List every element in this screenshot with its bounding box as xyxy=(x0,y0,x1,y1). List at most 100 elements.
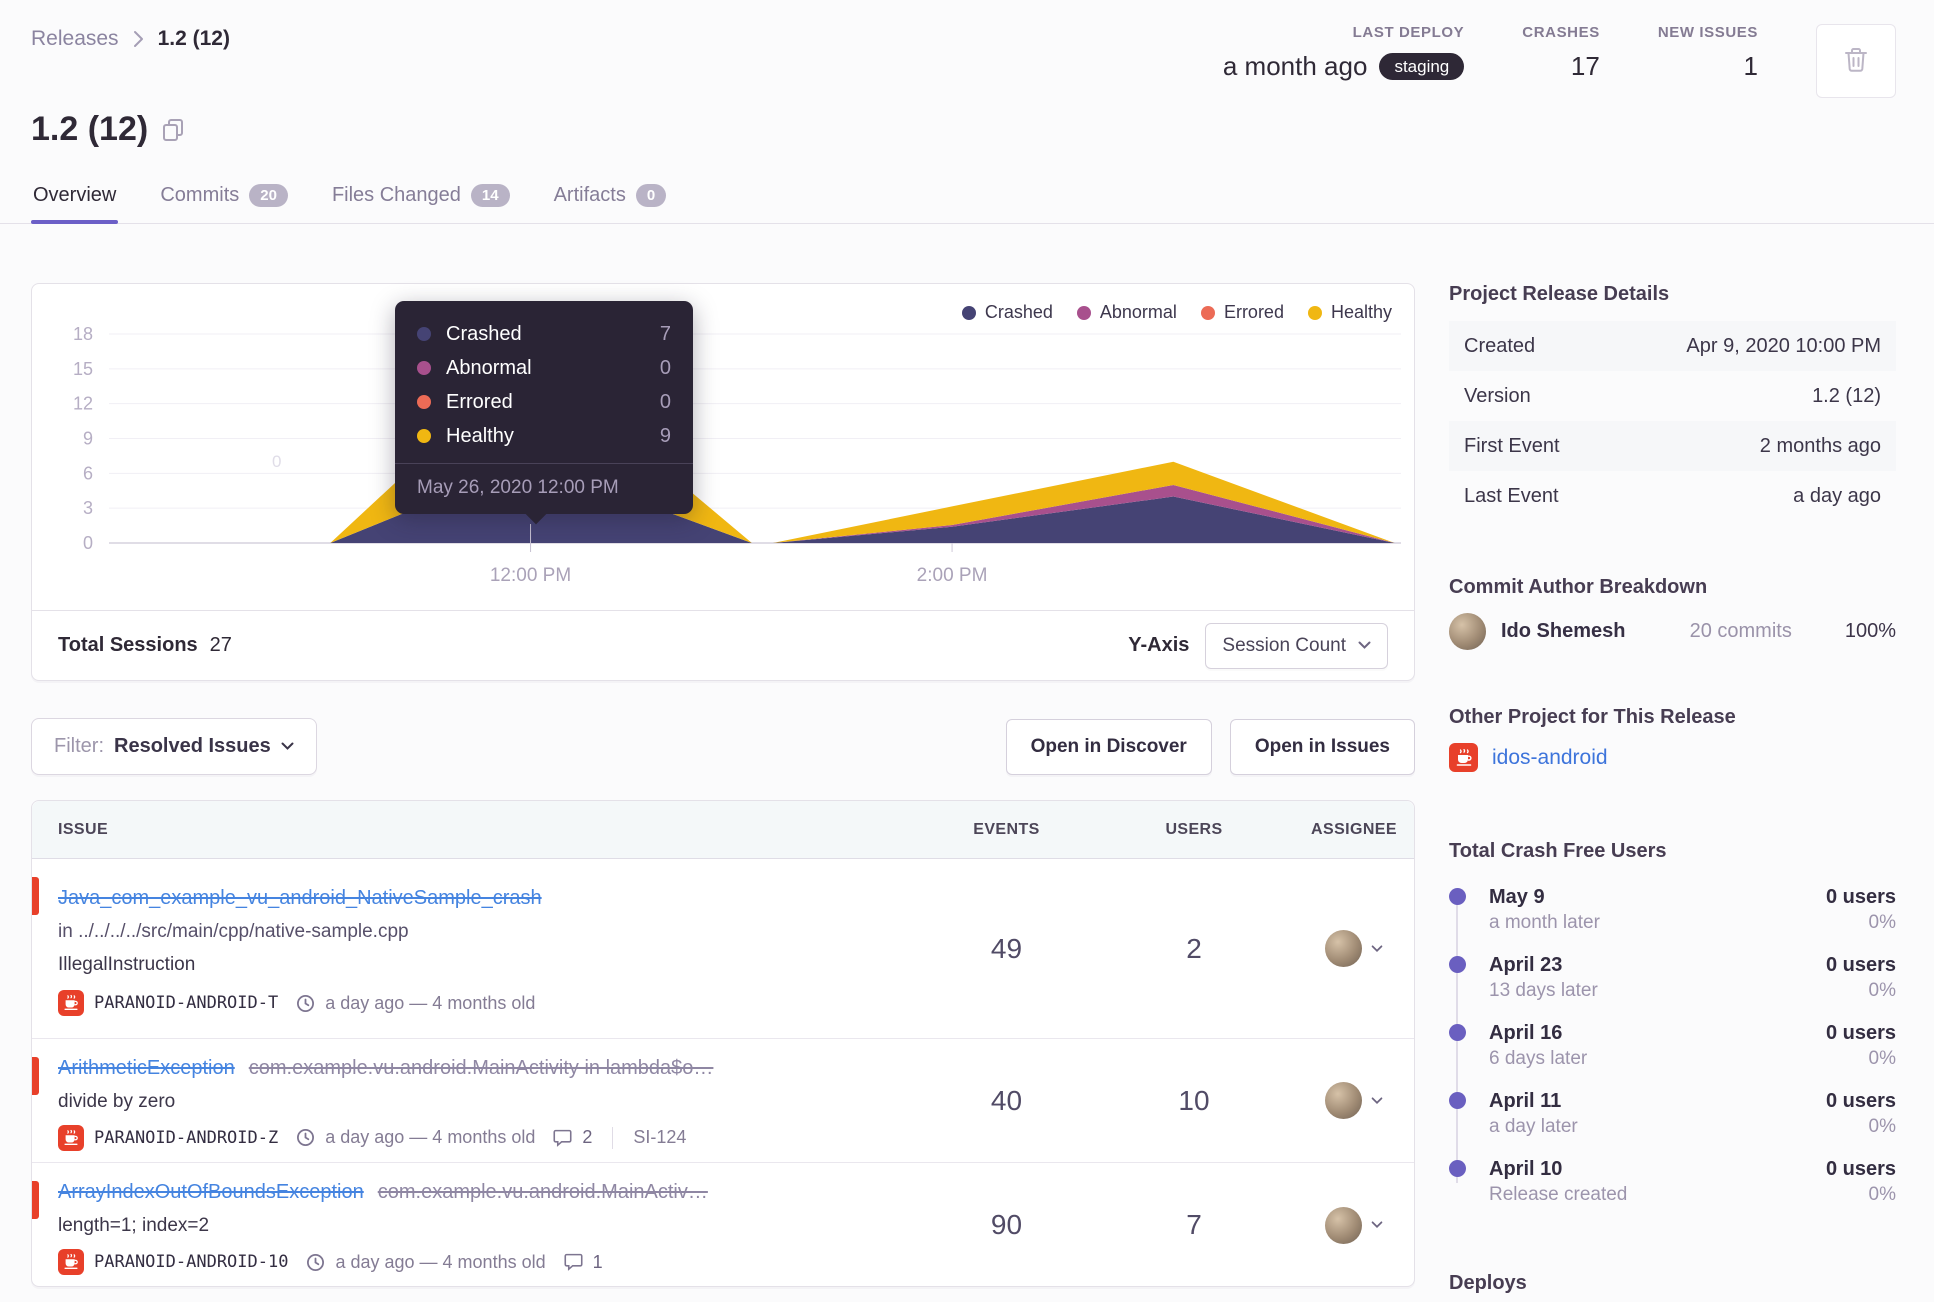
y-axis-select[interactable]: Session Count xyxy=(1205,622,1388,669)
project-slug[interactable]: PARANOID-ANDROID-Z xyxy=(94,1128,278,1148)
svg-text:9: 9 xyxy=(83,429,93,449)
stat-new-issues: NEW ISSUES 1 xyxy=(1658,24,1758,82)
timeline-dot xyxy=(1449,1160,1466,1177)
issue-row: ArrayIndexOutOfBoundsException com.exampl… xyxy=(32,1163,1414,1286)
issue-row: Java_com_example_vu_android_NativeSample… xyxy=(32,859,1414,1039)
issue-title-link[interactable]: ArrayIndexOutOfBoundsException xyxy=(58,1181,364,1203)
issues-filter-row: Filter: Resolved Issues Open in Discover… xyxy=(31,718,1415,775)
issue-culprit-path: in ../../../../src/main/cpp/native-sampl… xyxy=(58,921,409,942)
issue-events-count: 90 xyxy=(990,1209,1023,1240)
timeline-item: April 23 13 days later 0 users 0% xyxy=(1449,952,1896,1020)
java-project-icon[interactable] xyxy=(58,1249,84,1275)
column-header-assignee: ASSIGNEE xyxy=(1311,820,1397,838)
issue-users-count: 7 xyxy=(1186,1209,1202,1240)
project-slug[interactable]: PARANOID-ANDROID-10 xyxy=(94,1252,288,1272)
sessions-stacked-area-chart[interactable]: 0 3 6 9 12 15 18 12:00 PM 2:00 PM xyxy=(32,284,1414,592)
crashes-value: 17 xyxy=(1570,51,1600,81)
assignee-dropdown[interactable] xyxy=(1294,1082,1414,1119)
other-project-title: Other Project for This Release xyxy=(1449,706,1736,728)
unresolved-indicator xyxy=(32,1057,39,1095)
svg-text:6: 6 xyxy=(83,463,93,483)
timeline-dot xyxy=(1449,956,1466,973)
breadcrumb: Releases 1.2 (12) xyxy=(31,27,230,51)
java-project-icon[interactable] xyxy=(58,990,84,1016)
files-changed-count-badge: 14 xyxy=(470,184,510,207)
issues-table: ISSUE EVENTS USERS ASSIGNEE Java_com_exa… xyxy=(31,800,1415,1287)
column-header-users: USERS xyxy=(1165,820,1223,838)
other-project-link[interactable]: idos-android xyxy=(1492,746,1608,770)
commits-count-badge: 20 xyxy=(249,184,288,207)
java-project-icon xyxy=(1449,743,1478,772)
tab-commits[interactable]: Commits 20 xyxy=(158,178,290,223)
new-issues-label: NEW ISSUES xyxy=(1657,24,1758,41)
legend-item-crashed[interactable]: Crashed xyxy=(961,302,1053,323)
comments-count: 1 xyxy=(592,1251,603,1272)
crash-free-users-title: Total Crash Free Users xyxy=(1449,840,1667,862)
detail-row-created: Created Apr 9, 2020 10:00 PM xyxy=(1449,321,1896,371)
detail-row-version: Version 1.2 (12) xyxy=(1464,384,1881,407)
project-slug[interactable]: PARANOID-ANDROID-T xyxy=(94,993,278,1013)
breadcrumb-releases-link[interactable]: Releases xyxy=(31,27,119,51)
page-title: 1.2 (12) xyxy=(31,110,149,148)
legend-item-abnormal[interactable]: Abnormal xyxy=(1076,302,1177,323)
open-in-issues-button[interactable]: Open in Issues xyxy=(1229,718,1415,775)
unresolved-indicator xyxy=(32,1181,39,1219)
issue-culprit: com.example.vu.android.MainActivity in l… xyxy=(248,1056,714,1079)
errored-legend-dot xyxy=(1200,305,1215,320)
legend-item-errored[interactable]: Errored xyxy=(1200,302,1284,323)
issue-events-count: 49 xyxy=(990,932,1023,964)
java-project-icon[interactable] xyxy=(58,1124,84,1151)
detail-row-last-event: Last Event a day ago xyxy=(1464,484,1881,507)
timeline-item: April 10 Release created 0 users 0% xyxy=(1449,1156,1896,1224)
deploys-title: Deploys xyxy=(1449,1272,1527,1294)
svg-text:2:00 PM: 2:00 PM xyxy=(917,565,988,586)
release-overview-page: Releases 1.2 (12) LAST DEPLOY a month ag… xyxy=(0,0,1934,1302)
assignee-dropdown[interactable] xyxy=(1294,930,1414,967)
issue-row: ArithmeticException com.example.vu.androi… xyxy=(32,1039,1414,1163)
stat-crashes: CRASHES 17 xyxy=(1522,24,1600,82)
tab-files-changed[interactable]: Files Changed 14 xyxy=(330,178,512,223)
assignee-avatar xyxy=(1325,930,1362,967)
issue-users-count: 2 xyxy=(1186,932,1202,964)
assignee-dropdown[interactable] xyxy=(1294,1206,1414,1244)
open-in-discover-button[interactable]: Open in Discover xyxy=(1005,718,1212,775)
timeline-item: April 16 6 days later 0 users 0% xyxy=(1449,1020,1896,1088)
issue-title-link[interactable]: ArithmeticException xyxy=(58,1057,235,1079)
timeline-item: April 11 a day later 0 users 0% xyxy=(1449,1088,1896,1156)
chevron-down-icon xyxy=(1371,944,1383,953)
assignee-avatar xyxy=(1325,1082,1362,1119)
stat-last-deploy: LAST DEPLOY a month ago staging xyxy=(1223,24,1465,82)
unresolved-indicator xyxy=(32,877,39,915)
timeline-dot xyxy=(1449,1092,1466,1109)
clock-icon xyxy=(306,1253,325,1272)
abnormal-legend-dot xyxy=(1076,305,1091,320)
timeline-item: May 9 a month later 0 users 0% xyxy=(1449,884,1896,952)
trash-icon xyxy=(1843,46,1869,77)
tab-bar: Overview Commits 20 Files Changed 14 Artif… xyxy=(0,178,1934,224)
svg-text:12: 12 xyxy=(73,394,93,414)
chart-ghost-zero-label: 0 xyxy=(272,452,282,471)
detail-row-first-event: First Event 2 months ago xyxy=(1449,421,1896,471)
svg-text:18: 18 xyxy=(73,324,93,344)
total-sessions-label: Total Sessions xyxy=(58,634,198,656)
issue-age: a day ago — 4 months old xyxy=(325,992,536,1013)
delete-release-button[interactable] xyxy=(1816,24,1896,98)
issue-events-count: 40 xyxy=(990,1084,1023,1116)
tab-overview[interactable]: Overview xyxy=(31,178,119,224)
legend-item-healthy[interactable]: Healthy xyxy=(1307,302,1392,323)
tooltip-row-healthy: Healthy 9 xyxy=(417,419,671,453)
chevron-down-icon xyxy=(1371,1221,1383,1229)
issue-message: IllegalInstruction xyxy=(58,954,196,975)
chart-tooltip: Crashed 7 Abnormal 0 Errored 0 Healthy 9 May… xyxy=(395,301,693,525)
comments-count: 2 xyxy=(582,1127,593,1147)
copy-version-icon[interactable] xyxy=(162,118,184,142)
meta-divider xyxy=(612,1126,614,1149)
breadcrumb-current: 1.2 (12) xyxy=(157,27,230,50)
issues-filter-select[interactable]: Filter: Resolved Issues xyxy=(31,718,317,775)
chevron-down-icon xyxy=(1371,1096,1383,1105)
tab-artifacts[interactable]: Artifacts 0 xyxy=(552,178,669,223)
clock-icon xyxy=(296,994,315,1013)
tooltip-row-crashed: Crashed 7 xyxy=(417,317,671,351)
author-commit-percent: 100% xyxy=(1844,620,1896,642)
issue-title-link[interactable]: Java_com_example_vu_android_NativeSample… xyxy=(58,887,542,909)
